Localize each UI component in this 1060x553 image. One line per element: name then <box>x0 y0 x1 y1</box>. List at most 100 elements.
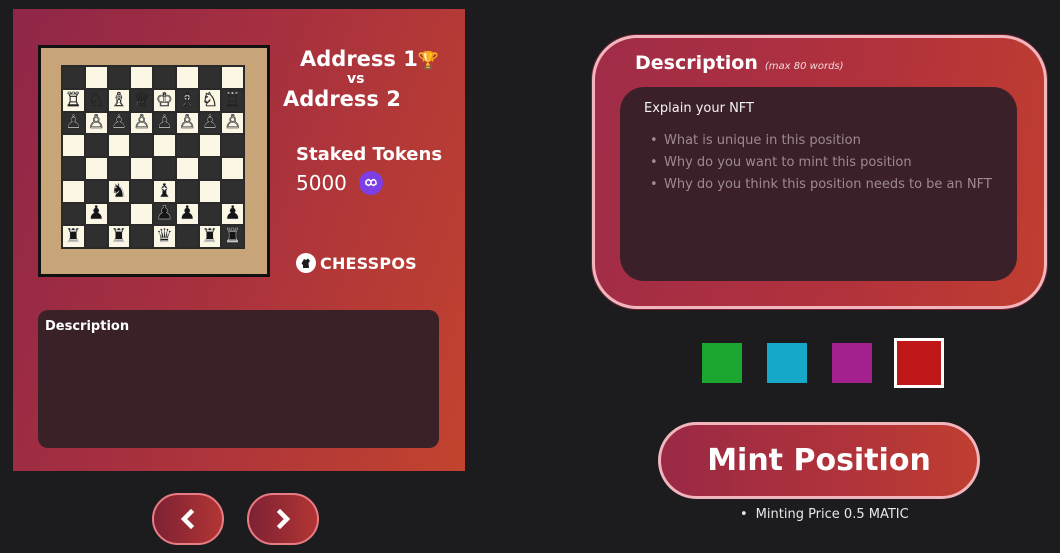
bullet-dot: • <box>740 507 748 522</box>
editor-word-limit-hint: (max 80 words) <box>764 61 844 72</box>
board-square <box>222 158 243 179</box>
board-square: ♘ <box>85 89 107 111</box>
white-knight-icon: ♘ <box>201 88 219 111</box>
white-pawn-icon: ♙ <box>178 111 196 134</box>
board-square: ♟ <box>222 203 243 225</box>
board-square <box>176 180 198 202</box>
white-pawn-icon: ♙ <box>224 111 242 134</box>
board-square: ♜ <box>199 226 221 247</box>
editor-title: Description <box>635 52 758 74</box>
white-queen-icon: ♕ <box>133 88 151 111</box>
board-square <box>85 180 107 202</box>
chevron-left-icon <box>180 509 195 529</box>
black-bishop-icon: ♝ <box>155 179 173 202</box>
board-square: ♗ <box>108 88 130 111</box>
black-rook-icon: ♜ <box>64 225 82 248</box>
next-button[interactable] <box>247 493 319 545</box>
board-square <box>176 158 198 179</box>
editor-header: Description (max 80 words) <box>635 52 844 74</box>
white-pawn-icon: ♙ <box>110 111 128 134</box>
board-square <box>131 180 152 202</box>
versus-label: vs <box>347 71 365 87</box>
brand: CHESSPOS <box>296 253 417 273</box>
mint-position-button[interactable]: Mint Position <box>658 422 980 499</box>
color-swatch-purple[interactable] <box>832 343 872 383</box>
staked-tokens-value: 5000 <box>296 171 347 195</box>
board-square: ♟ <box>176 202 198 225</box>
chess-board-frame: ♖ ♘ ♗ ♕ ♔ ♗ ♘ ♖ ♙ ♙ ♙ ♙ ♙ ♙ ♙ ♙ ♞ ♝ ♟ ♟ ♟ ♟ ♜ ♜ ♛ ♜ ♜ <box>38 45 270 277</box>
chess-board: ♖ ♘ ♗ ♕ ♔ ♗ ♘ ♖ ♙ ♙ ♙ ♙ ♙ ♙ ♙ ♙ ♞ ♝ ♟ ♟ ♟ ♟ ♜ ♜ ♛ ♜ ♜ <box>61 65 245 249</box>
white-pawn-icon: ♙ <box>87 111 105 134</box>
board-square: ♙ <box>131 111 152 134</box>
white-pawn-icon: ♙ <box>155 111 174 134</box>
board-square <box>63 203 84 225</box>
board-square <box>176 135 198 156</box>
board-square: ♙ <box>63 111 84 134</box>
board-square <box>154 67 175 88</box>
board-square: ♙ <box>176 111 198 134</box>
board-square <box>199 135 221 156</box>
board-square <box>176 226 198 247</box>
board-square <box>199 67 221 88</box>
board-square: ♔ <box>154 89 175 111</box>
staked-tokens-title: Staked Tokens <box>296 144 443 165</box>
board-square: ♜ <box>63 226 84 247</box>
chevron-right-icon <box>276 509 291 529</box>
board-square: ♝ <box>154 179 175 202</box>
board-square <box>63 180 84 202</box>
previous-button[interactable] <box>152 493 224 545</box>
board-square <box>222 135 243 156</box>
minting-price: • Minting Price 0.5 MATIC <box>740 507 909 522</box>
chesspos-logo-icon <box>296 253 316 273</box>
board-square <box>222 180 243 202</box>
black-queen-icon: ♛ <box>155 225 173 248</box>
board-square <box>85 158 107 179</box>
board-square: ♙ <box>222 111 243 134</box>
description-textarea[interactable]: Explain your NFT What is unique in this … <box>620 87 1017 281</box>
board-square <box>108 67 130 88</box>
board-square <box>154 135 175 156</box>
board-square <box>108 158 130 179</box>
placeholder-bullet: Why do you think this position needs to … <box>644 174 993 196</box>
board-square <box>222 67 243 88</box>
white-pawn-icon: ♙ <box>133 111 151 134</box>
board-square <box>63 158 84 179</box>
board-square: ♟ <box>154 202 175 225</box>
board-square: ♕ <box>131 88 152 111</box>
player-1: Address 1🏆 <box>283 47 453 71</box>
nft-card: ♖ ♘ ♗ ♕ ♔ ♗ ♘ ♖ ♙ ♙ ♙ ♙ ♙ ♙ ♙ ♙ ♞ ♝ ♟ ♟ ♟ ♟ ♜ ♜ ♛ ♜ ♜ Address 1🏆 v… <box>13 9 465 471</box>
board-square: ♘ <box>199 88 221 111</box>
color-swatch-cyan[interactable] <box>767 343 807 383</box>
board-square <box>131 203 152 225</box>
polygon-matic-icon <box>358 171 383 195</box>
white-pawn-icon: ♙ <box>201 111 219 134</box>
white-bishop-icon: ♗ <box>178 88 196 111</box>
black-knight-icon: ♞ <box>110 179 128 202</box>
color-swatch-red[interactable] <box>894 338 944 388</box>
players: Address 1🏆 vs Address 2 <box>283 47 453 111</box>
brand-name: CHESSPOS <box>320 253 417 273</box>
black-pawn-icon: ♟ <box>87 202 105 225</box>
board-square <box>131 226 152 247</box>
board-square: ♞ <box>108 179 130 202</box>
board-square <box>176 67 198 88</box>
black-pawn-icon: ♟ <box>178 202 196 225</box>
board-square <box>131 67 152 88</box>
white-bishop-icon: ♗ <box>110 88 128 111</box>
black-rook-icon: ♜ <box>224 225 242 248</box>
placeholder-bullet: What is unique in this position <box>644 130 993 152</box>
card-description-label: Description <box>45 319 130 334</box>
color-swatch-green[interactable] <box>702 343 742 383</box>
board-square: ♗ <box>176 88 198 111</box>
board-square <box>131 158 152 179</box>
board-square <box>154 158 175 179</box>
board-square: ♙ <box>199 111 221 134</box>
mint-position-label: Mint Position <box>707 443 931 478</box>
board-square <box>85 67 107 88</box>
chess-board-inner: ♖ ♘ ♗ ♕ ♔ ♗ ♘ ♖ ♙ ♙ ♙ ♙ ♙ ♙ ♙ ♙ ♞ ♝ ♟ ♟ ♟ ♟ ♜ ♜ ♛ ♜ ♜ <box>41 48 267 274</box>
black-pawn-icon: ♟ <box>155 202 173 225</box>
board-square <box>85 226 107 247</box>
white-pawn-icon: ♙ <box>64 111 83 134</box>
board-square: ♖ <box>63 89 84 111</box>
staked-tokens-row: 5000 <box>296 171 383 195</box>
